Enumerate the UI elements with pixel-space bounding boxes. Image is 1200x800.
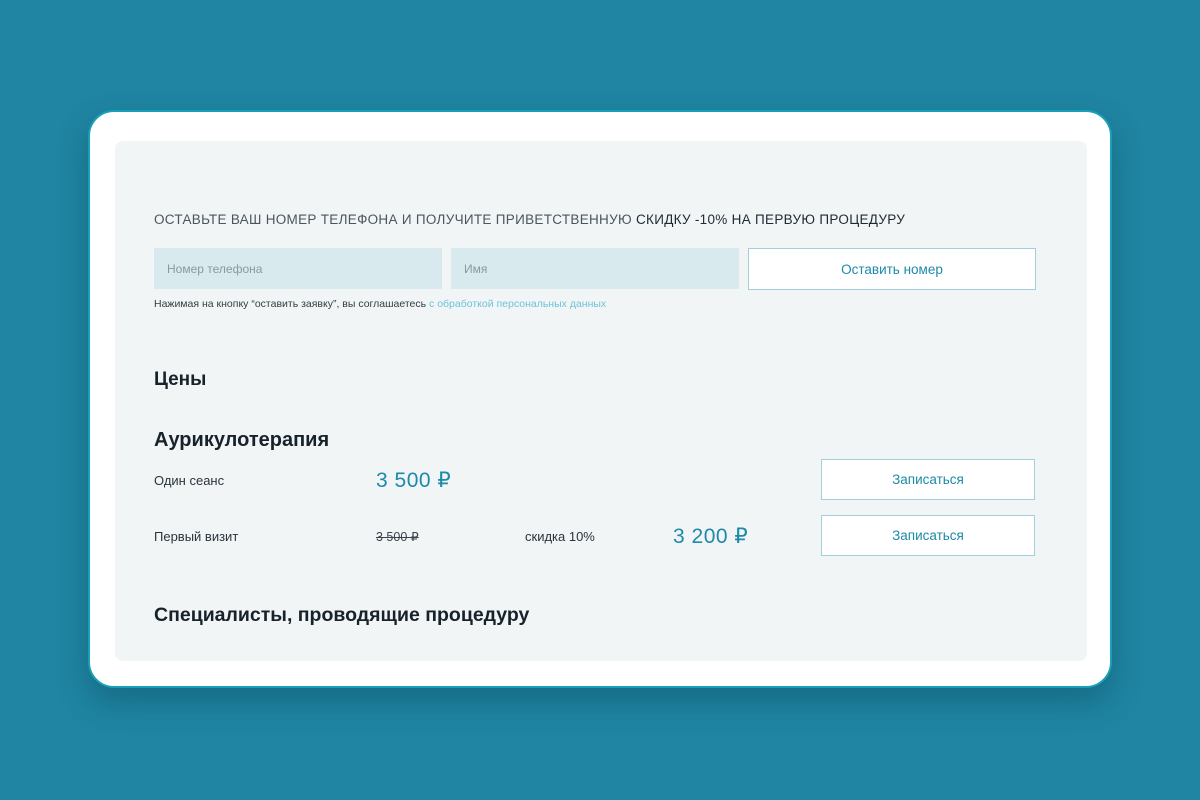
- service-name: Аурикулотерапия: [154, 429, 330, 451]
- submit-phone-button[interactable]: Оставить номер: [748, 248, 1036, 290]
- phone-input[interactable]: [154, 248, 442, 289]
- prices-heading: Цены: [154, 369, 207, 390]
- book-first-visit-button[interactable]: Записаться: [821, 515, 1035, 556]
- content-panel: ОСТАВЬТЕ ВАШ НОМЕР ТЕЛЕФОНА И ПОЛУЧИТЕ П…: [115, 141, 1087, 661]
- discount-badge: скидка 10%: [525, 529, 595, 544]
- promo-text-strong: СКИДКУ -10% НА ПЕРВУЮ ПРОЦЕДУРУ: [635, 212, 906, 227]
- promo-banner-text: ОСТАВЬТЕ ВАШ НОМЕР ТЕЛЕФОНА И ПОЛУЧИТЕ П…: [154, 212, 905, 227]
- price-row-label-first-visit: Первый визит: [154, 529, 239, 544]
- price-single-session: 3 500 ₽: [376, 469, 452, 492]
- consent-note: Нажимая на кнопку “оставить заявку”, вы …: [154, 298, 606, 310]
- price-row-label-single-session: Один сеанс: [154, 473, 225, 488]
- specialists-heading: Специалисты, проводящие процедуру: [154, 604, 530, 626]
- privacy-policy-link[interactable]: с обработкой персональных данных: [429, 298, 606, 310]
- name-input[interactable]: [451, 248, 739, 289]
- book-single-session-button[interactable]: Записаться: [821, 459, 1035, 500]
- consent-text: Нажимая на кнопку “оставить заявку”, вы …: [154, 298, 430, 310]
- old-price-first-visit: 3 500 ₽: [376, 530, 419, 544]
- outer-card: ОСТАВЬТЕ ВАШ НОМЕР ТЕЛЕФОНА И ПОЛУЧИТЕ П…: [88, 110, 1112, 688]
- price-first-visit: 3 200 ₽: [673, 525, 749, 548]
- promo-text-light: ОСТАВЬТЕ ВАШ НОМЕР ТЕЛЕФОНА И ПОЛУЧИТЕ П…: [154, 212, 632, 227]
